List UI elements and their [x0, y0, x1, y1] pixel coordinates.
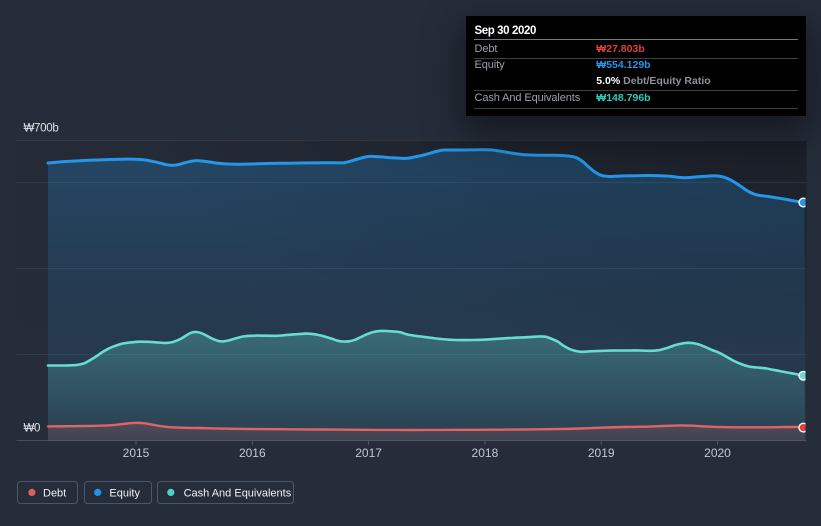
svg-text:Cash And Equivalents: Cash And Equivalents — [184, 488, 292, 500]
svg-text:Debt: Debt — [43, 488, 66, 500]
svg-text:2019: 2019 — [588, 446, 615, 460]
svg-text:2017: 2017 — [355, 446, 382, 460]
svg-text:₩0: ₩0 — [24, 423, 41, 435]
svg-text:2015: 2015 — [123, 446, 150, 460]
svg-text:2016: 2016 — [239, 446, 266, 460]
svg-text:Equity: Equity — [109, 488, 140, 500]
svg-text:2018: 2018 — [472, 446, 499, 460]
svg-text:₩700b: ₩700b — [24, 123, 59, 135]
svg-text:2020: 2020 — [704, 446, 731, 460]
